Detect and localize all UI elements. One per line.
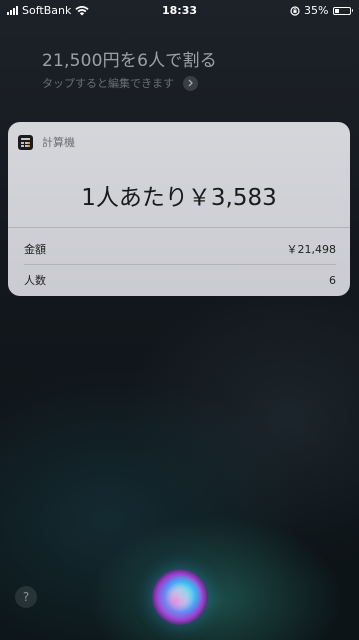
edit-hint-text: タップすると編集できます [42,77,174,90]
card-header: 計算機 [18,134,75,150]
rotation-lock-icon [290,5,300,16]
row-label: 人数 [24,274,46,287]
detail-row-people: 人数 6 [24,265,336,295]
row-value: ￥21,498 [286,243,337,256]
battery-icon [332,6,353,15]
calculator-icon [18,134,33,150]
help-button[interactable]: ? [15,586,37,608]
result-text: 1人あたり￥3,583 [81,185,277,211]
battery-percent: 35% [304,4,329,17]
detail-row-amount: 金額 ￥21,498 [24,234,336,264]
status-bar: SoftBank 18:33 35% [0,0,359,22]
divider [8,227,350,228]
siri-query-text[interactable]: 21,500円を6人で割る [42,46,217,71]
row-label: 金額 [24,243,46,256]
edit-hint[interactable]: タップすると編集できます [42,75,198,91]
chevron-right-icon[interactable] [183,75,198,91]
calculator-result-card[interactable]: 計算機 1人あたり￥3,583 金額 ￥21,498 人数 6 [8,122,350,296]
status-right: 35% [290,4,353,17]
siri-orb-icon[interactable] [152,569,208,625]
row-value: 6 [329,273,336,287]
app-name: 計算機 [42,136,75,149]
